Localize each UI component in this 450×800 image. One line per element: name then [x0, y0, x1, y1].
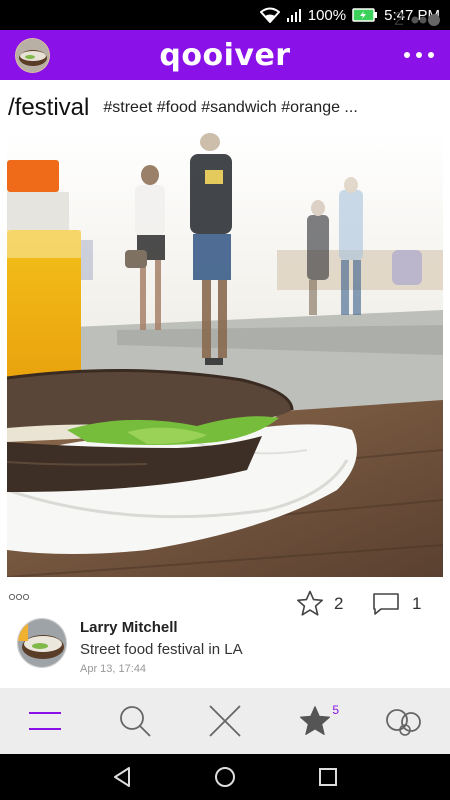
- app-title: qooiver: [159, 37, 291, 73]
- home-icon[interactable]: [214, 766, 236, 788]
- post-count: 2: [393, 9, 404, 29]
- post-timestamp: Apr 13, 17:44: [80, 663, 147, 675]
- channel-name[interactable]: /festival: [8, 94, 89, 122]
- post-caption: Street food festival in LA: [80, 641, 243, 658]
- author-avatar[interactable]: [17, 618, 67, 668]
- tab-menu[interactable]: [15, 691, 75, 751]
- wifi-icon: [259, 7, 280, 23]
- star-icon: [299, 706, 331, 735]
- battery-percent: 100%: [307, 6, 347, 24]
- more-dots-icon[interactable]: [410, 12, 442, 28]
- comment-icon: [373, 593, 399, 615]
- like-button[interactable]: 2: [296, 590, 343, 617]
- tab-close[interactable]: [195, 691, 255, 751]
- comment-button[interactable]: 1: [372, 592, 421, 616]
- tab-search[interactable]: [105, 691, 165, 751]
- app-bar: qooiver: [0, 30, 450, 80]
- star-outline-icon: [297, 590, 323, 616]
- tag-list[interactable]: #street #food #sandwich #orange ...: [103, 99, 373, 117]
- comment-count: 1: [412, 594, 422, 613]
- back-icon[interactable]: [111, 766, 133, 788]
- screen: 100% 5:47 PM qooiver /festival #street #…: [0, 0, 450, 800]
- tab-favorites[interactable]: 5: [285, 691, 345, 751]
- menu-icon: [29, 712, 61, 730]
- like-count: 2: [334, 593, 344, 613]
- post-header: /festival #street #food #sandwich #orang…: [0, 88, 450, 128]
- tab-profile[interactable]: [375, 691, 435, 751]
- battery-icon: [352, 8, 378, 22]
- search-icon: [120, 706, 151, 737]
- overflow-menu-icon[interactable]: [404, 44, 434, 66]
- close-icon: [209, 705, 241, 737]
- status-bar: 100% 5:47 PM: [0, 0, 450, 30]
- favorites-badge: 5: [332, 703, 339, 717]
- author-name[interactable]: Larry Mitchell: [80, 619, 178, 636]
- recents-icon[interactable]: [317, 766, 339, 788]
- options-dots-icon[interactable]: [8, 592, 32, 602]
- user-avatar[interactable]: [15, 38, 50, 73]
- system-nav-bar: [0, 754, 450, 800]
- post-photo[interactable]: [7, 130, 443, 577]
- signal-icon: [286, 7, 302, 23]
- qooiver-logo-icon: [386, 709, 421, 736]
- bottom-tab-bar: 5: [0, 688, 450, 754]
